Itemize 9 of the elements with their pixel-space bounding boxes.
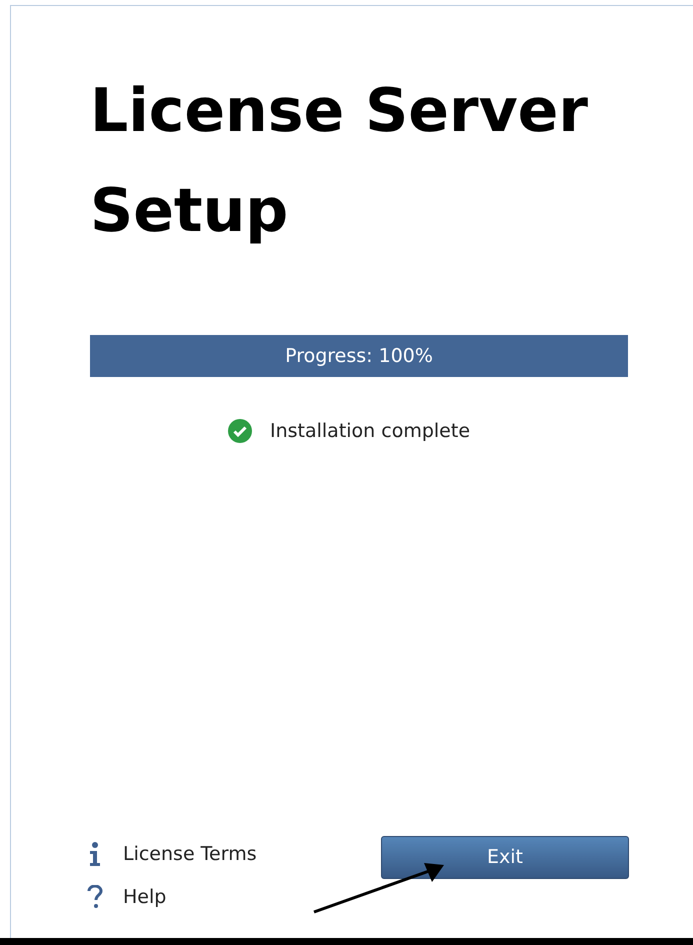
footer-link[interactable]: Help	[123, 882, 166, 911]
footer-link[interactable]: License Terms	[123, 840, 257, 868]
progress-label: Progress: 100%	[284, 344, 434, 369]
exit-button[interactable]: Exit	[381, 836, 629, 879]
check-circle-icon	[228, 419, 252, 444]
setup-title: License Server Setup	[90, 75, 589, 248]
status-text: Installation complete	[270, 419, 470, 444]
help-icon	[87, 884, 103, 909]
info-icon	[88, 842, 102, 866]
